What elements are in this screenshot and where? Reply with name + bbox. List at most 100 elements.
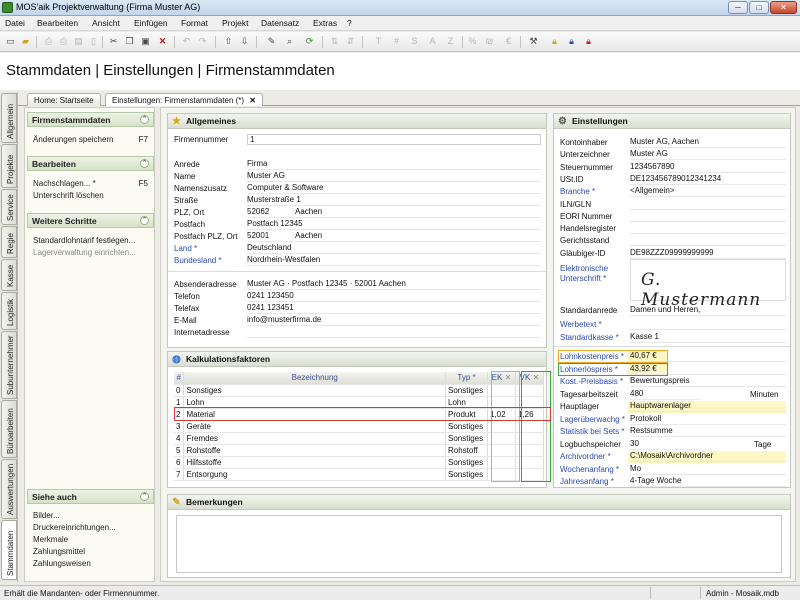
sidebar-header-bearbeiten[interactable]: Bearbeiten ⌃ [27,156,154,171]
maximize-button[interactable]: □ [749,1,769,14]
sidebar-item-zahlungsweisen[interactable]: Zahlungsweisen [33,559,91,568]
arrow-down-icon[interactable]: ⇩ [238,35,251,48]
tab-allgemein[interactable]: Allgemein [1,93,17,143]
cell-num[interactable]: 5 [174,444,185,457]
sidebar-header-siehe-auch[interactable]: Siehe auch ⌃ [27,489,154,504]
field-input[interactable]: Deutschland [247,243,541,254]
doctab-home[interactable]: Home: Startseite [27,93,101,106]
preview-icon[interactable]: ▯ [87,35,100,48]
firmennummer-input[interactable]: 1 [247,134,541,145]
calc-icon[interactable]: ₪ [483,35,496,48]
sidebar-item-unterschrift-loeschen[interactable]: Unterschrift löschen [33,191,104,200]
tab-stammdaten[interactable]: Stammdaten [1,520,17,580]
cell-typ[interactable]: Sonstiges [445,468,488,481]
field-input[interactable] [630,223,786,235]
sidebar-item-merkmale[interactable]: Merkmale [33,535,68,544]
sidebar-item-nachschlagen[interactable]: Nachschlagen... * [33,179,96,188]
field-input[interactable]: 4-Tage Woche [630,476,786,487]
tab-regie[interactable]: Regie [1,226,17,258]
field-input[interactable] [630,235,786,247]
refresh-icon[interactable]: ⟳ [303,35,316,48]
delete-icon[interactable]: ✕ [156,35,169,48]
sidebar-item-bilder[interactable]: Bilder... [33,511,60,520]
field-input[interactable]: DE98ZZZ09999999999 [630,248,786,259]
new-icon[interactable]: ▭ [4,35,17,48]
field-input[interactable]: Damen und Herren, [630,305,786,316]
arrow-up-icon[interactable]: ⇧ [222,35,235,48]
table-row[interactable]: 6 Hilfsstoffe Sonstiges [174,456,545,469]
field-input-ort[interactable]: Aachen [295,231,541,242]
tab-kasse[interactable]: Kasse [1,259,17,291]
field-input[interactable]: 52062 [247,207,293,218]
table-row[interactable]: 3 Geräte Sonstiges [174,420,545,433]
cell-bezeichnung[interactable]: Rohstoffe [183,444,446,457]
tab-bueroarbeiten[interactable]: Büroarbeiten [1,400,17,458]
field-input[interactable]: C:\Mosaik\Archivordner [630,451,786,462]
menu-help[interactable]: ? [347,18,352,28]
field-input[interactable]: Computer & Software [247,183,541,194]
tab-subunternehmer[interactable]: Subunternehmer [1,331,17,399]
sidebar-item-standardlohntarif[interactable]: Standardlohntarif festlegen... [33,236,135,245]
sidebar-item-druckereinrichtungen[interactable]: Druckereinrichtungen... [33,523,116,532]
cell-num[interactable]: 7 [174,468,185,481]
close-button[interactable]: ✕ [770,1,797,14]
col-header-bezeichnung[interactable]: Bezeichnung [183,372,446,385]
field-input[interactable]: 30 [630,439,700,450]
field-input[interactable] [630,319,786,330]
search-icon[interactable]: ⌕ [283,35,296,48]
currency-icon[interactable]: € [502,35,515,48]
sidebar-header-weitere-schritte[interactable]: Weitere Schritte ⌃ [27,213,154,228]
number-format-icon[interactable]: # [390,35,403,48]
tab-projekte[interactable]: Projekte [1,144,17,188]
tab-logistik[interactable]: Logistik [1,292,17,330]
menu-datei[interactable]: Datei [5,18,25,28]
print-preview-icon[interactable]: ⎙ [57,35,70,48]
cell-bezeichnung[interactable]: Geräte [183,420,446,433]
cell-typ[interactable]: Sonstiges [445,432,488,445]
field-input[interactable]: Musterstraße 1 [247,195,541,206]
menu-projekt[interactable]: Projekt [222,18,248,28]
alpha-format-icon[interactable]: A [426,35,439,48]
sidebar-item-zahlungsmittel[interactable]: Zahlungsmittel [33,547,85,556]
cell-bezeichnung[interactable]: Fremdes [183,432,446,445]
menu-bearbeiten[interactable]: Bearbeiten [37,18,78,28]
lock-yellow-icon[interactable]: 🔒︎ [548,35,561,48]
z-format-icon[interactable]: Z [444,35,457,48]
menu-einfuegen[interactable]: Einfügen [134,18,168,28]
field-input-ort[interactable]: Aachen [295,207,541,218]
sidebar-header-firmenstammdaten[interactable]: Firmenstammdaten ⌃ [27,112,154,127]
menu-extras[interactable]: Extras [313,18,337,28]
size-format-icon[interactable]: S [408,35,421,48]
menu-ansicht[interactable]: Ansicht [92,18,120,28]
lock-red-icon[interactable]: 🔒︎ [582,35,595,48]
cell-bezeichnung[interactable]: Entsorgung [183,468,446,481]
redo-icon[interactable]: ↷ [196,35,209,48]
table-row[interactable]: 4 Fremdes Sonstiges [174,432,545,445]
percent-icon[interactable]: % [466,35,479,48]
col-header-typ[interactable]: Typ * [445,372,488,385]
sort-ascending-icon[interactable]: ⇅ [328,35,341,48]
collapse-icon[interactable]: ⌃ [140,159,149,168]
field-input[interactable]: Mo [630,464,786,475]
sort-descending-icon[interactable]: ⇵ [344,35,357,48]
field-input[interactable]: Postfach 12345 [247,219,541,230]
cut-icon[interactable]: ✂ [107,35,120,48]
cell-typ[interactable]: Sonstiges [445,456,488,469]
field-input[interactable]: Firma [247,159,541,170]
field-input[interactable]: Nordrhein-Westfalen [247,255,541,266]
field-input[interactable]: Muster AG, Aachen [630,137,786,148]
field-input[interactable]: Restsumme [630,426,786,437]
table-row[interactable]: 5 Rohstoffe Rohstoff [174,444,545,457]
copy-icon[interactable]: ❐ [123,35,136,48]
field-input[interactable]: info@musterfirma.de [247,315,541,326]
cell-num[interactable]: 4 [174,432,185,445]
minimize-button[interactable]: ─ [728,1,748,14]
cell-typ[interactable]: Rohstoff [445,444,488,457]
field-input[interactable] [630,211,786,222]
cell-typ[interactable]: Sonstiges [445,420,488,433]
cell-bezeichnung[interactable]: Sonstiges [183,384,446,397]
field-input[interactable]: Muster AG [247,171,541,182]
lock-blue-icon[interactable]: 🔒︎ [565,35,578,48]
bemerkungen-textarea[interactable] [176,515,782,573]
field-input[interactable]: <Allgemein> [630,186,786,198]
